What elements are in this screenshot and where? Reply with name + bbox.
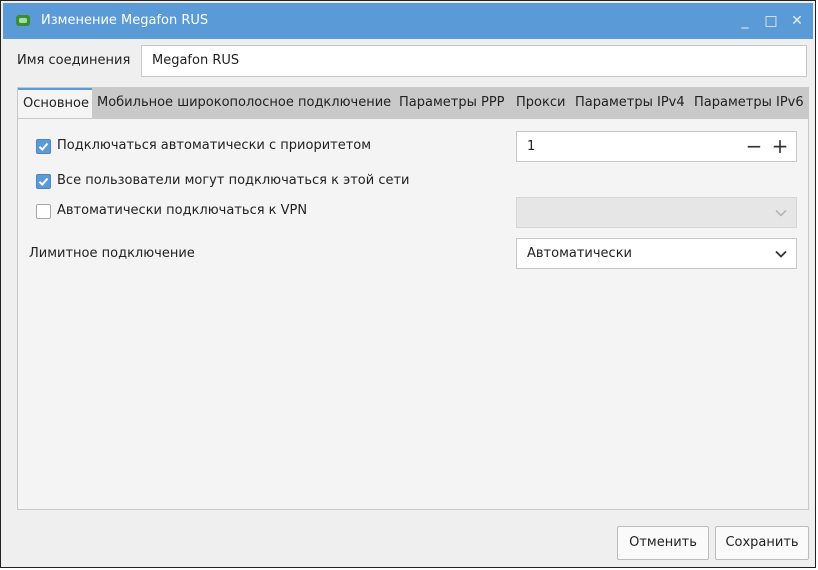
metered-label: Лимитное подключение [29,246,195,261]
tab-label: Параметры IPv4 [575,95,685,110]
auto-vpn-label: Автоматически подключаться к VPN [57,203,308,218]
tab-label: Основное [23,96,89,111]
auto-connect-label: Подключаться автоматически с приоритетом [57,138,372,153]
priority-spinbox[interactable]: 1 − + [516,131,797,162]
chevron-down-icon [775,209,787,217]
auto-vpn-checkbox[interactable] [36,204,51,219]
active-tab-indicator [18,88,92,90]
connection-editor-window: Изменение Megafon RUS _ □ ✕ Имя соединен… [0,0,816,568]
auto-connect-checkbox[interactable] [36,139,51,154]
network-icon [16,15,30,26]
minimize-icon[interactable]: _ [735,11,755,31]
tab-label: Параметры PPP [399,95,505,110]
tab-bar: Основное Мобильное широкополосное подклю… [17,87,809,119]
tab-mobile-broadband[interactable]: Мобильное широкополосное подключение [97,87,391,119]
maximize-icon[interactable]: □ [761,11,781,31]
vpn-select [516,197,797,228]
cancel-button[interactable]: Отменить [617,526,709,560]
tab-ipv4-settings[interactable]: Параметры IPv4 [575,87,685,119]
checkmark-icon [38,142,49,151]
increment-icon[interactable]: + [769,135,791,157]
tab-proxy[interactable]: Прокси [516,87,565,119]
tab-label: Прокси [516,95,566,110]
tab-ppp-settings[interactable]: Параметры PPP [399,87,505,119]
metered-select[interactable]: Автоматически [516,238,797,269]
tab-general[interactable]: Основное [17,87,93,119]
connection-name-label: Имя соединения [17,53,131,68]
metered-select-value: Автоматически [527,246,633,261]
all-users-checkbox[interactable] [36,174,51,189]
title-bar[interactable]: Изменение Megafon RUS _ □ ✕ [3,3,813,39]
priority-value: 1 [527,139,536,154]
tab-label: Мобильное широкополосное подключение [97,95,392,110]
tab-ipv6-settings[interactable]: Параметры IPv6 [694,87,804,119]
window-title: Изменение Megafon RUS [41,13,209,28]
decrement-icon[interactable]: − [743,135,765,157]
save-button[interactable]: Сохранить [715,526,809,560]
connection-name-input[interactable]: Megafon RUS [141,45,807,77]
chevron-down-icon [775,250,787,258]
close-icon[interactable]: ✕ [787,11,807,31]
tab-label: Параметры IPv6 [694,95,804,110]
all-users-label: Все пользователи могут подключаться к эт… [57,173,410,188]
checkmark-icon [38,177,49,186]
